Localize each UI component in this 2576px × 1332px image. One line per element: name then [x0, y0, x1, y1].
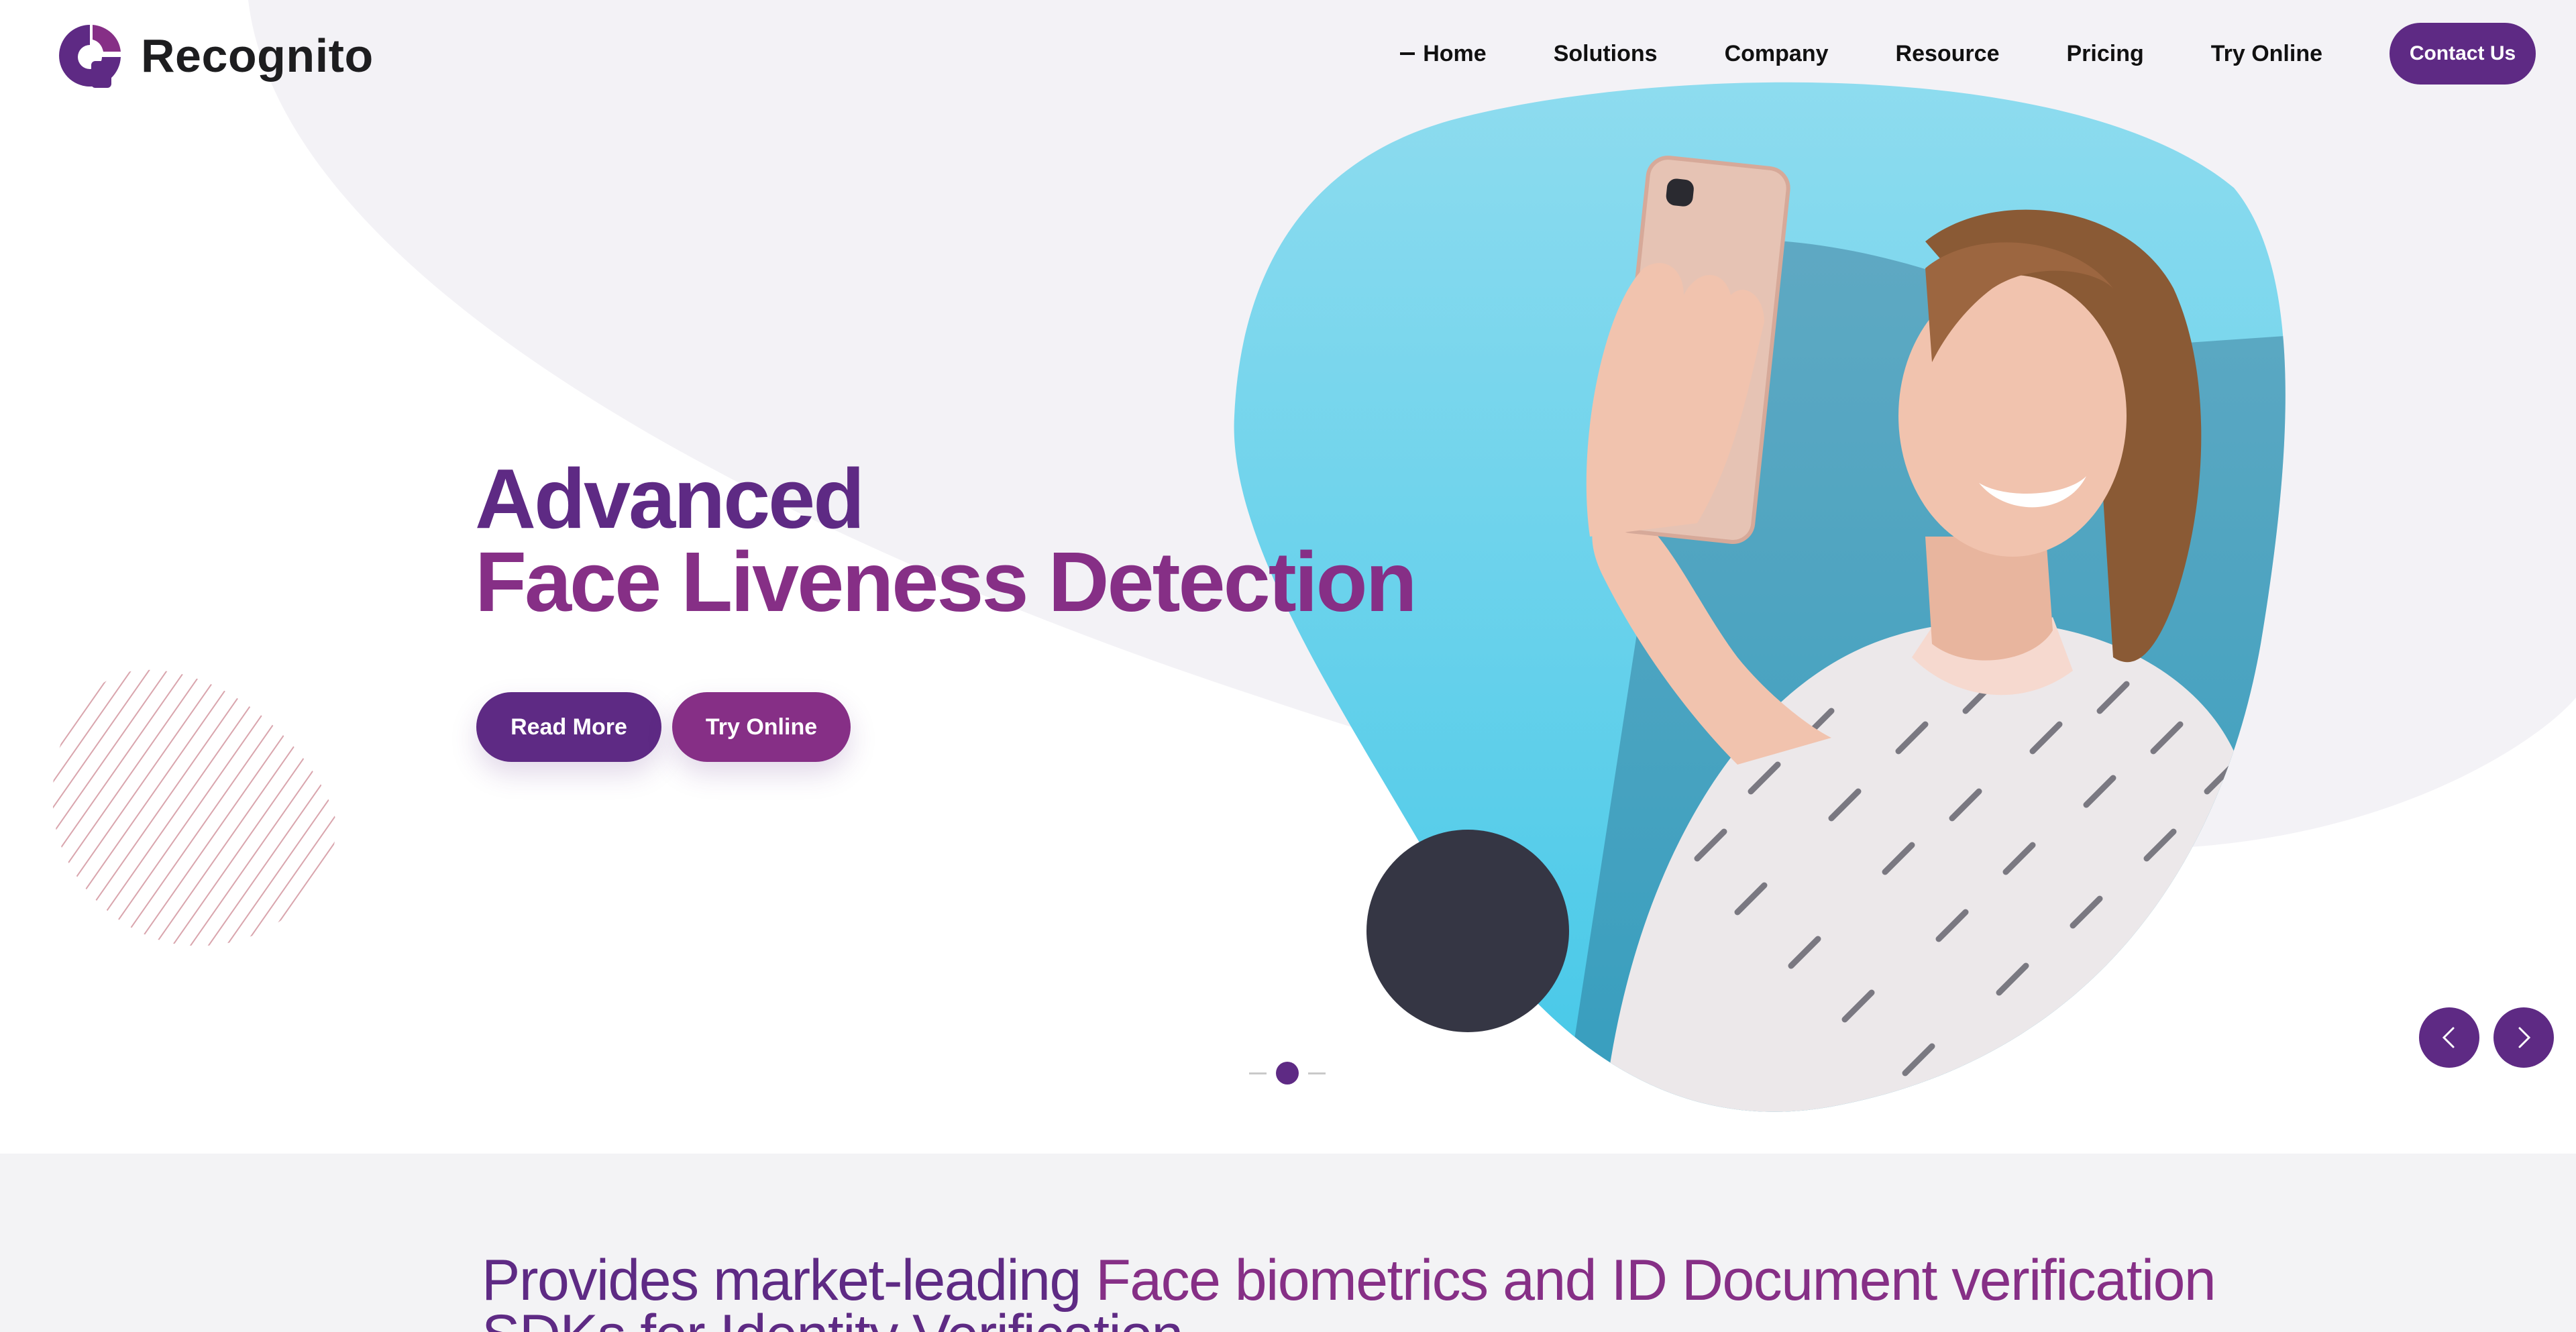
nav-resource[interactable]: Resource: [1896, 41, 2000, 67]
nav-home-label: Home: [1423, 40, 1487, 66]
slider-next-button[interactable]: [2493, 1007, 2554, 1068]
hero-headline: Advanced Face Liveness Detection: [475, 451, 1417, 629]
hero-title-line-2: Face Liveness Detection: [475, 535, 1417, 629]
site-header: Recognito Home Solutions Company Resourc…: [0, 0, 2576, 107]
read-more-button[interactable]: Read More: [476, 692, 661, 762]
intro-section: Provides market-leading Face biometrics …: [0, 1154, 2576, 1332]
chevron-right-icon: [2518, 1027, 2531, 1048]
intro-text-2: SDKs for Identity Verification: [482, 1303, 1183, 1332]
nav-company[interactable]: Company: [1725, 41, 1829, 67]
logo-text: Recognito: [141, 30, 374, 82]
nav-home[interactable]: Home: [1400, 40, 1487, 67]
slider-prev-button[interactable]: [2419, 1007, 2479, 1068]
pagination-line-right: [1308, 1072, 1326, 1074]
recognito-logo-icon: [59, 25, 121, 88]
nav-pricing[interactable]: Pricing: [2066, 41, 2143, 67]
pagination-line-left: [1249, 1072, 1267, 1074]
intro-tagline: Provides market-leading Face biometrics …: [482, 1252, 2226, 1332]
logo[interactable]: Recognito: [54, 19, 374, 93]
decorative-stripes: [52, 669, 336, 946]
active-indicator: [1400, 52, 1415, 55]
intro-text-accent: Face biometrics and ID Document verifica…: [1095, 1248, 2216, 1313]
nav-try-online[interactable]: Try Online: [2211, 41, 2322, 67]
decorative-dark-circle: [1366, 830, 1569, 1032]
chevron-left-icon: [2442, 1027, 2455, 1048]
slider-pagination: [1249, 1062, 1326, 1085]
hero-title-line-1: Advanced: [475, 451, 865, 546]
slide-dot-active[interactable]: [1276, 1062, 1299, 1085]
main-nav: Home Solutions Company Resource Pricing …: [1400, 23, 2536, 85]
nav-solutions[interactable]: Solutions: [1554, 41, 1658, 67]
contact-us-button[interactable]: Contact Us: [2390, 23, 2536, 85]
try-online-button[interactable]: Try Online: [672, 692, 851, 762]
